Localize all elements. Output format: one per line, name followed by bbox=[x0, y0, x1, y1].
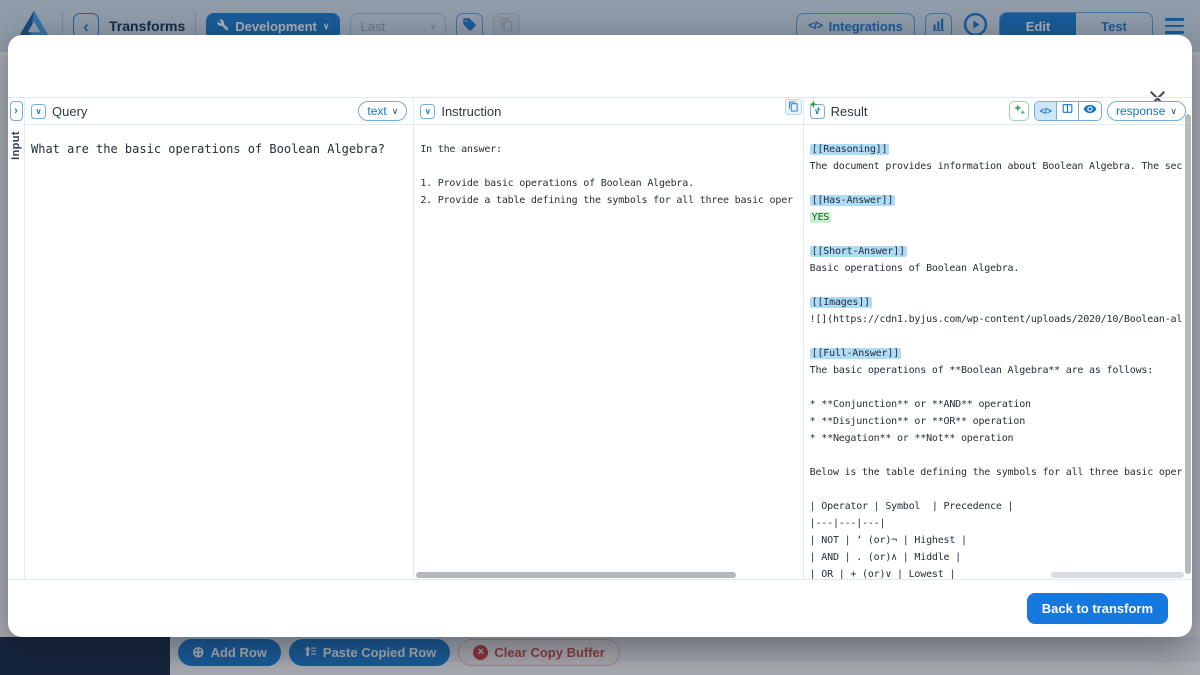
instruction-column-header: ∨ Instruction bbox=[414, 98, 802, 125]
view-preview-option[interactable] bbox=[1079, 102, 1101, 120]
content-line: [[Images]] bbox=[810, 294, 1186, 311]
instruction-column: ∨ Instruction In the answer: 1. Provide … bbox=[414, 98, 803, 579]
content-line: YES bbox=[810, 209, 1186, 226]
back-to-transform-button[interactable]: Back to transform bbox=[1027, 593, 1168, 624]
eye-icon bbox=[1083, 102, 1097, 121]
query-column: ∨ Query text ∨ What are the basic operat… bbox=[25, 98, 414, 579]
copy-instruction-button[interactable] bbox=[785, 99, 802, 115]
content-line: [[Has-Answer]] bbox=[810, 192, 1186, 209]
instruction-content: In the answer: 1. Provide basic operatio… bbox=[414, 125, 802, 579]
result-view-select[interactable]: response ∨ bbox=[1107, 101, 1186, 121]
content-line: * **Disjunction** or **OR** operation bbox=[810, 413, 1186, 430]
view-code-option[interactable]: </> bbox=[1035, 102, 1057, 120]
view-split-option[interactable] bbox=[1057, 102, 1079, 120]
row-detail-modal: › Input ∨ Query text ∨ What are the basi… bbox=[8, 35, 1192, 637]
content-line: 2. Provide a table defining the symbols … bbox=[420, 192, 796, 209]
query-type-value: text bbox=[367, 104, 386, 118]
content-line: ![](https://cdn1.byjus.com/wp-content/up… bbox=[810, 311, 1186, 328]
content-line: * **Negation** or **Not** operation bbox=[810, 430, 1186, 447]
content-line: The document provides information about … bbox=[810, 158, 1186, 175]
content-line bbox=[810, 175, 1186, 192]
content-line: [[Full-Answer]] bbox=[810, 345, 1186, 362]
result-column-header: ∨ Result </> bbox=[804, 98, 1192, 125]
chevron-down-icon: ∨ bbox=[1170, 107, 1177, 116]
content-line: Basic operations of Boolean Algebra. bbox=[810, 260, 1186, 277]
horizontal-scrollbar-track[interactable] bbox=[1051, 572, 1184, 578]
input-section-label: Input bbox=[10, 131, 22, 160]
content-line: 1. Provide basic operations of Boolean A… bbox=[420, 175, 796, 192]
result-view-value: response bbox=[1116, 104, 1165, 118]
horizontal-scrollbar[interactable] bbox=[416, 572, 736, 578]
regenerate-result-button[interactable] bbox=[807, 99, 824, 115]
split-columns-icon bbox=[1061, 102, 1074, 120]
result-column: ∨ Result </> bbox=[804, 98, 1192, 579]
query-type-select[interactable]: text ∨ bbox=[358, 101, 407, 121]
content-line: | Operator | Symbol | Precedence | bbox=[810, 498, 1186, 515]
columns-panel: › Input ∨ Query text ∨ What are the basi… bbox=[8, 97, 1192, 580]
vertical-scrollbar[interactable] bbox=[1185, 114, 1191, 574]
content-line bbox=[810, 277, 1186, 294]
code-icon: </> bbox=[1040, 106, 1052, 116]
expand-input-button[interactable]: › bbox=[10, 101, 23, 121]
content-line: [[Reasoning]] bbox=[810, 141, 1186, 158]
query-text: What are the basic operations of Boolean… bbox=[31, 141, 407, 158]
content-line: |---|---|---| bbox=[810, 515, 1186, 532]
sparkle-icon bbox=[808, 99, 822, 116]
result-content: [[Reasoning]]The document provides infor… bbox=[804, 125, 1192, 579]
content-line: The basic operations of **Boolean Algebr… bbox=[810, 362, 1186, 379]
content-line bbox=[810, 481, 1186, 498]
content-line: * **Conjunction** or **AND** operation bbox=[810, 396, 1186, 413]
content-line bbox=[810, 379, 1186, 396]
content-line: [[Short-Answer]] bbox=[810, 243, 1186, 260]
collapse-chevron-icon[interactable]: ∨ bbox=[31, 104, 46, 119]
content-line bbox=[810, 226, 1186, 243]
chevron-right-icon: › bbox=[14, 106, 18, 117]
copy-icon bbox=[788, 100, 799, 115]
query-content: What are the basic operations of Boolean… bbox=[25, 125, 413, 579]
content-line bbox=[810, 328, 1186, 345]
query-column-header: ∨ Query text ∨ bbox=[25, 98, 413, 125]
content-line: Below is the table defining the symbols … bbox=[810, 464, 1186, 481]
instruction-column-label: Instruction bbox=[441, 104, 501, 119]
sparkle-icon bbox=[1013, 103, 1026, 119]
result-view-toggle: </> bbox=[1034, 101, 1102, 121]
chevron-down-icon: ∨ bbox=[392, 107, 399, 116]
input-section-gutter: › Input bbox=[8, 98, 25, 579]
query-column-label: Query bbox=[52, 104, 87, 119]
generate-result-button[interactable] bbox=[1009, 101, 1029, 121]
content-line: | NOT | ‘ (or)¬ | Highest | bbox=[810, 532, 1186, 549]
content-line bbox=[810, 447, 1186, 464]
modal-footer: Back to transform bbox=[8, 580, 1192, 637]
content-line: In the answer: bbox=[420, 141, 796, 158]
content-line bbox=[420, 158, 796, 175]
content-line: | AND | . (or)∧ | Middle | bbox=[810, 549, 1186, 566]
collapse-chevron-icon[interactable]: ∨ bbox=[420, 104, 435, 119]
result-column-label: Result bbox=[831, 104, 868, 119]
